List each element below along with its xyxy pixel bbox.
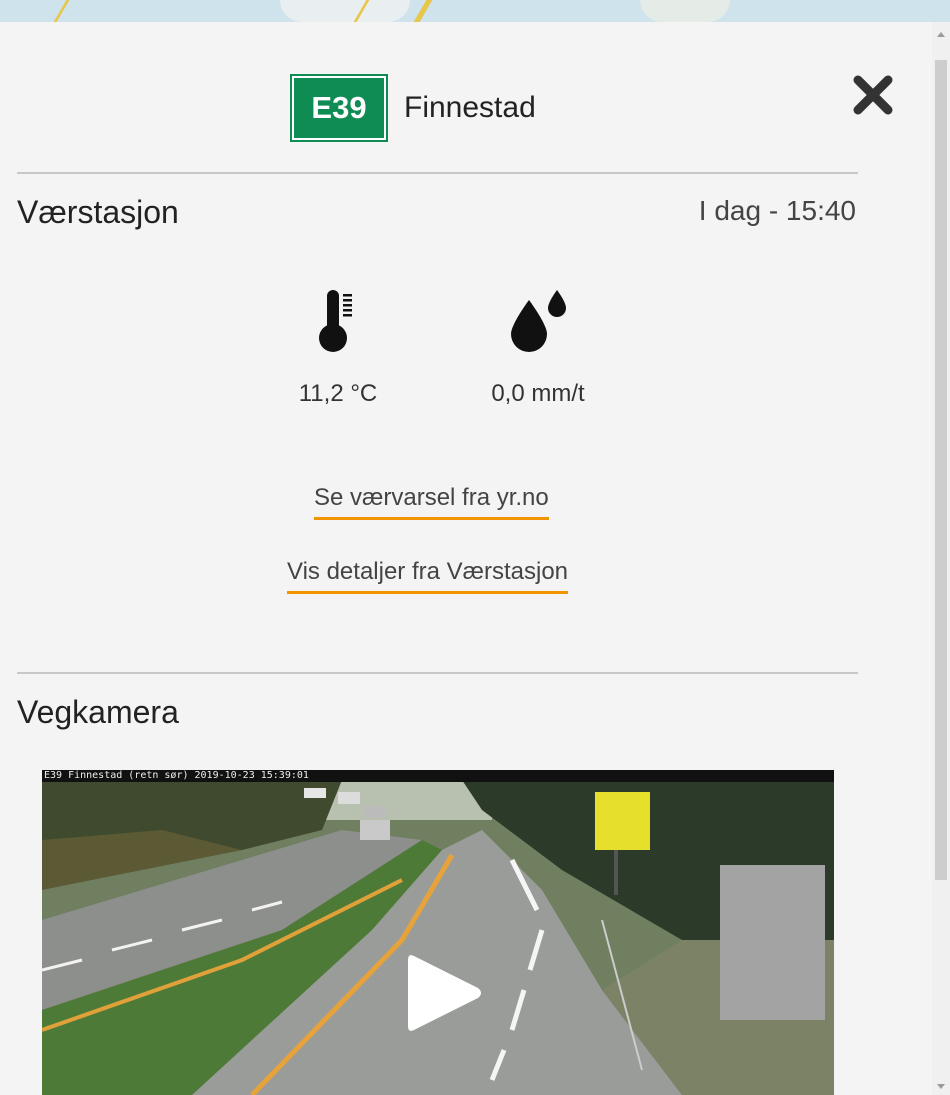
temperature-metric: 11,2 °C [268, 288, 408, 408]
raindrops-icon [511, 290, 566, 352]
station-details-link[interactable]: Vis detaljer fra Værstasjon [287, 558, 569, 594]
info-panel: E39 Finnestad Værstasjon I dag - 15:40 1… [0, 22, 932, 1095]
camera-image [42, 770, 834, 1095]
scrollbar[interactable] [932, 22, 950, 1095]
temperature-value: 11,2 °C [298, 380, 378, 407]
precipitation-value: 0,0 mm/t [491, 380, 585, 407]
scroll-up-arrow-icon[interactable] [937, 32, 945, 37]
precipitation-metric: 0,0 mm/t [468, 288, 608, 408]
scroll-down-arrow-icon[interactable] [937, 1084, 945, 1089]
road-number-badge: E39 [290, 74, 388, 142]
divider [17, 172, 858, 174]
road-camera-title: Vegkamera [17, 694, 179, 730]
thermometer-icon [319, 290, 352, 352]
weather-timestamp: I dag - 15:40 [698, 195, 856, 226]
location-header: E39 Finnestad [290, 73, 536, 143]
yr-forecast-link[interactable]: Se værvarsel fra yr.no [314, 484, 549, 520]
close-icon[interactable] [850, 72, 896, 118]
divider [17, 672, 858, 674]
scroll-thumb[interactable] [935, 60, 947, 880]
place-name: Finnestad [404, 91, 536, 124]
play-icon[interactable] [402, 950, 488, 1036]
camera-caption: E39 Finnestad (retn sør) 2019-10-23 15:3… [42, 770, 834, 782]
weather-station-title: Værstasjon [17, 194, 179, 230]
road-camera-video[interactable]: E39 Finnestad (retn sør) 2019-10-23 15:3… [42, 770, 834, 1095]
map-background [0, 0, 950, 22]
